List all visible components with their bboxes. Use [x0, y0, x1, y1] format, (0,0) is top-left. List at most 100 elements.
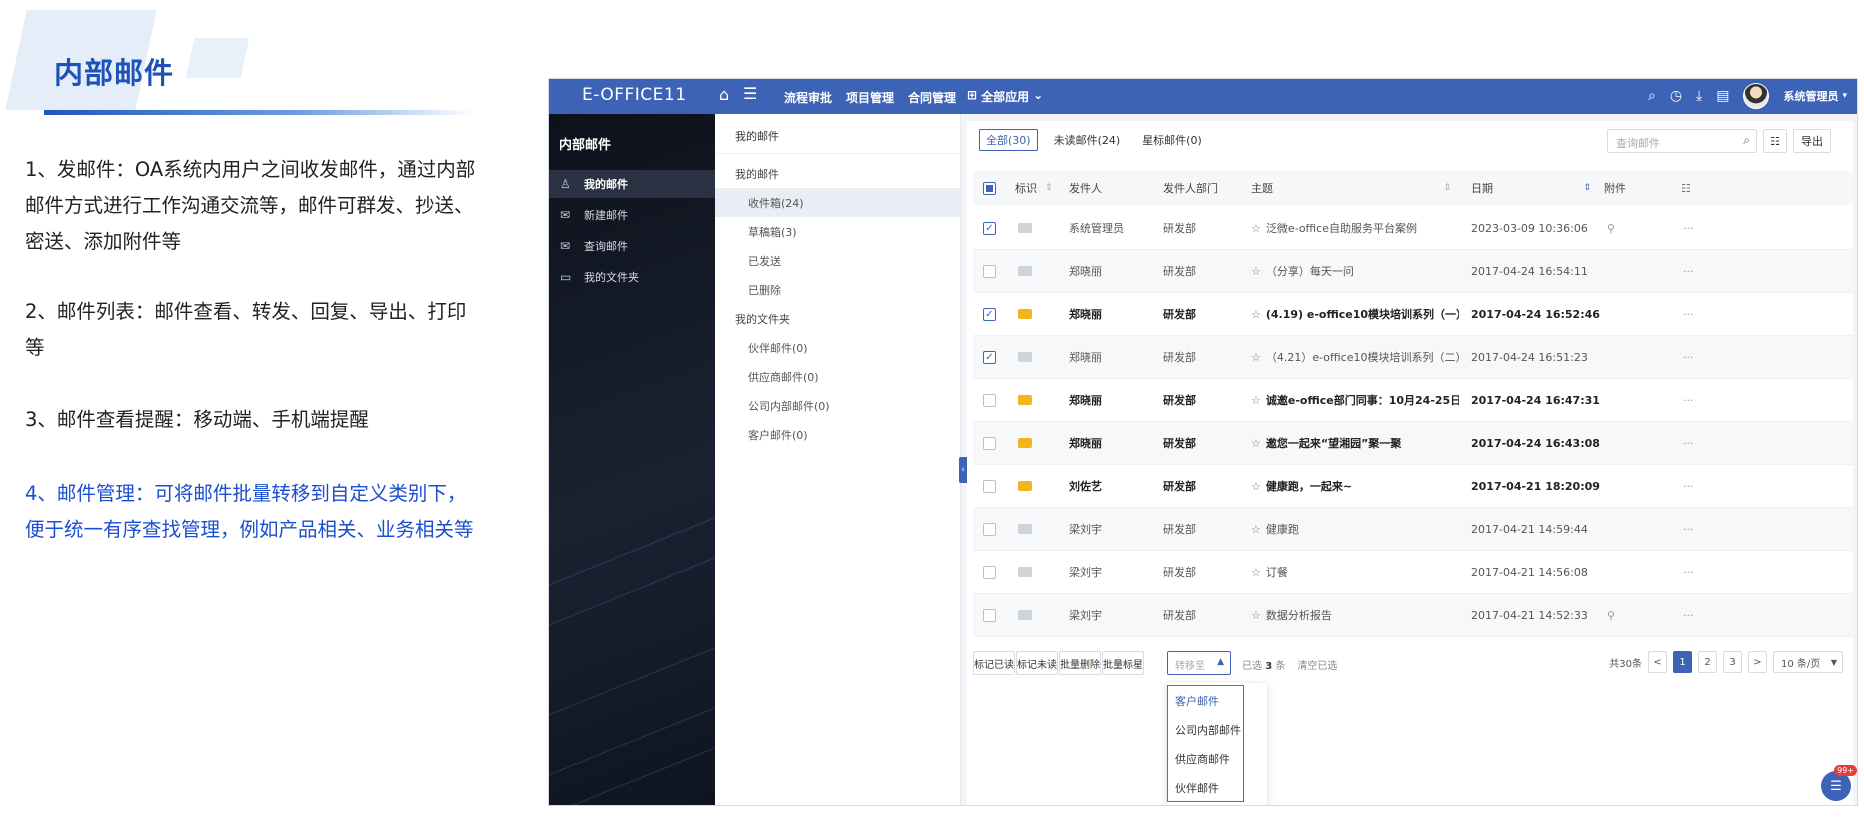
row-checkbox[interactable]	[983, 608, 996, 622]
folder-internal[interactable]: 公司内部邮件(0)	[715, 391, 960, 420]
home-icon[interactable]: ⌂	[719, 85, 729, 104]
star-icon[interactable]: ☆	[1251, 394, 1261, 407]
row-subject[interactable]: 诚邀e-office部门同事：10月24-25日无锡秋游	[1266, 392, 1459, 408]
select-all-checkbox[interactable]	[983, 181, 996, 195]
folder-inbox[interactable]: 收件箱(24)	[715, 188, 960, 217]
tab-unread[interactable]: 未读邮件(24)	[1048, 129, 1127, 151]
folder-customer[interactable]: 客户邮件(0)	[715, 420, 960, 449]
search-input[interactable]: 查询邮件 ⌕	[1607, 129, 1757, 153]
paperclip-icon[interactable]: ⚲	[1607, 594, 1615, 636]
table-row[interactable]: 梁刘宇 研发部 ☆ 数据分析报告 2017-04-21 14:52:33 ⚲ ···	[973, 594, 1853, 637]
document-icon[interactable]: ▤	[1716, 88, 1729, 104]
chat-button[interactable]: ☰ 99+	[1821, 765, 1857, 801]
star-icon[interactable]: ☆	[1251, 222, 1261, 235]
clock-icon[interactable]: ◷	[1670, 88, 1682, 104]
star-icon[interactable]: ☆	[1251, 609, 1261, 622]
page-size-select[interactable]: 10 条/页 ▼	[1773, 651, 1843, 673]
caret-down-icon[interactable]: ▾	[1842, 91, 1847, 101]
clear-selection-link[interactable]: 清空已选	[1297, 657, 1337, 672]
star-icon[interactable]: ☆	[1251, 437, 1261, 450]
star-icon[interactable]: ☆	[1251, 308, 1261, 321]
folder-sent[interactable]: 已发送	[715, 246, 960, 275]
mark-read-button[interactable]: 标记已读	[973, 651, 1015, 675]
row-subject[interactable]: 邀您一起来“望湘园”聚一聚	[1266, 435, 1401, 451]
row-checkbox[interactable]	[983, 436, 996, 450]
column-date[interactable]: 日期 ⇕	[1471, 171, 1591, 205]
mark-unread-button[interactable]: 标记未读	[1016, 651, 1058, 675]
dropdown-option-internal[interactable]: 公司内部邮件	[1175, 722, 1241, 738]
row-checkbox[interactable]: ✓	[983, 307, 996, 321]
row-more-button[interactable]: ···	[1683, 465, 1694, 507]
star-icon[interactable]: ☆	[1251, 566, 1261, 579]
row-more-button[interactable]: ···	[1683, 551, 1694, 593]
nav-workflow[interactable]: 流程审批	[784, 89, 832, 106]
all-apps-menu[interactable]: ⊞ 全部应用 ⌄	[967, 88, 1043, 105]
folder-my-mail[interactable]: 我的邮件	[715, 159, 960, 188]
table-row[interactable]: 郑晓丽 研发部 ☆ （分享）每天一问 2017-04-24 16:54:11 ···	[973, 250, 1853, 293]
page-3[interactable]: 3	[1723, 651, 1742, 673]
folder-my-folders[interactable]: 我的文件夹	[715, 304, 960, 333]
nav-projects[interactable]: 项目管理	[846, 89, 894, 106]
dropdown-option-supplier[interactable]: 供应商邮件	[1175, 751, 1230, 767]
column-flag[interactable]: 标识 ⇕	[1015, 171, 1053, 205]
row-more-button[interactable]: ···	[1683, 422, 1694, 464]
row-checkbox[interactable]	[983, 479, 996, 493]
tab-starred[interactable]: 星标邮件(0)	[1136, 129, 1208, 151]
sidebar-item-my-mail[interactable]: ♙ 我的邮件	[549, 170, 715, 198]
page-1[interactable]: 1	[1673, 651, 1692, 673]
search-icon[interactable]: ⌕	[1648, 88, 1656, 104]
column-settings-icon[interactable]: ☷	[1681, 171, 1691, 205]
tab-all[interactable]: 全部(30)	[979, 129, 1038, 151]
row-subject[interactable]: 订餐	[1266, 564, 1288, 580]
folder-supplier[interactable]: 供应商邮件(0)	[715, 362, 960, 391]
row-subject[interactable]: 健康跑，一起来~	[1266, 478, 1352, 494]
row-checkbox[interactable]	[983, 522, 996, 536]
table-row[interactable]: ✓ 郑晓丽 研发部 ☆ (4.19) e-office10模块培训系列（一）门户丰 201…	[973, 293, 1853, 336]
table-row[interactable]: 郑晓丽 研发部 ☆ 邀您一起来“望湘园”聚一聚 2017-04-24 16:43:08 ·…	[973, 422, 1853, 465]
star-icon[interactable]: ☆	[1251, 523, 1261, 536]
star-icon[interactable]: ☆	[1251, 480, 1261, 493]
sidebar-item-folders[interactable]: ▭ 我的文件夹	[549, 263, 715, 291]
prev-page-button[interactable]: <	[1648, 651, 1667, 673]
table-row[interactable]: 梁刘宇 研发部 ☆ 健康跑 2017-04-21 14:59:44 ···	[973, 508, 1853, 551]
user-name[interactable]: 系统管理员	[1783, 88, 1838, 104]
table-row[interactable]: 刘佐艺 研发部 ☆ 健康跑，一起来~ 2017-04-21 18:20:09 ···	[973, 465, 1853, 508]
column-subject[interactable]: 主题 ⇕	[1251, 171, 1451, 205]
search-icon[interactable]: ⌕	[1743, 133, 1750, 148]
star-icon[interactable]: ☆	[1251, 265, 1261, 278]
paperclip-icon[interactable]: ⚲	[1607, 207, 1615, 249]
folder-drafts[interactable]: 草稿箱(3)	[715, 217, 960, 246]
row-subject[interactable]: 健康跑	[1266, 521, 1299, 537]
batch-delete-button[interactable]: 批量删除	[1059, 651, 1101, 675]
row-subject[interactable]: 数据分析报告	[1266, 607, 1332, 623]
row-checkbox[interactable]	[983, 264, 996, 278]
row-checkbox[interactable]	[983, 565, 996, 579]
download-icon[interactable]: ⤓	[1696, 88, 1702, 104]
folder-partner[interactable]: 伙伴邮件(0)	[715, 333, 960, 362]
export-button[interactable]: 导出	[1793, 129, 1831, 153]
row-more-button[interactable]: ···	[1683, 379, 1694, 421]
move-to-select[interactable]: 转移至 ▲	[1167, 651, 1231, 675]
next-page-button[interactable]: >	[1748, 651, 1767, 673]
row-more-button[interactable]: ···	[1683, 594, 1694, 636]
avatar[interactable]	[1743, 83, 1770, 109]
row-subject[interactable]: (4.19) e-office10模块培训系列（一）门户丰	[1266, 306, 1459, 322]
row-more-button[interactable]: ···	[1683, 207, 1694, 249]
row-checkbox[interactable]: ✓	[983, 221, 996, 235]
row-checkbox[interactable]: ✓	[983, 350, 996, 364]
row-more-button[interactable]: ···	[1683, 336, 1694, 378]
filter-icon[interactable]: ☷	[1763, 129, 1787, 153]
sidebar-item-query[interactable]: ✉ 查询邮件	[549, 232, 715, 260]
sidebar-item-compose[interactable]: ✉ 新建邮件	[549, 201, 715, 229]
collapse-panel-button[interactable]: ‹	[959, 457, 967, 483]
page-2[interactable]: 2	[1698, 651, 1717, 673]
folder-deleted[interactable]: 已删除	[715, 275, 960, 304]
table-row[interactable]: 郑晓丽 研发部 ☆ 诚邀e-office部门同事：10月24-25日无锡秋游 2017-…	[973, 379, 1853, 422]
row-more-button[interactable]: ···	[1683, 293, 1694, 335]
dropdown-option-customer[interactable]: 客户邮件	[1175, 693, 1219, 709]
nav-contracts[interactable]: 合同管理	[908, 89, 956, 106]
brand-logo[interactable]: E-OFFICE11	[582, 85, 687, 105]
row-more-button[interactable]: ···	[1683, 250, 1694, 292]
row-subject[interactable]: 泛微e-office自助服务平台案例	[1266, 220, 1417, 236]
row-checkbox[interactable]	[983, 393, 996, 407]
